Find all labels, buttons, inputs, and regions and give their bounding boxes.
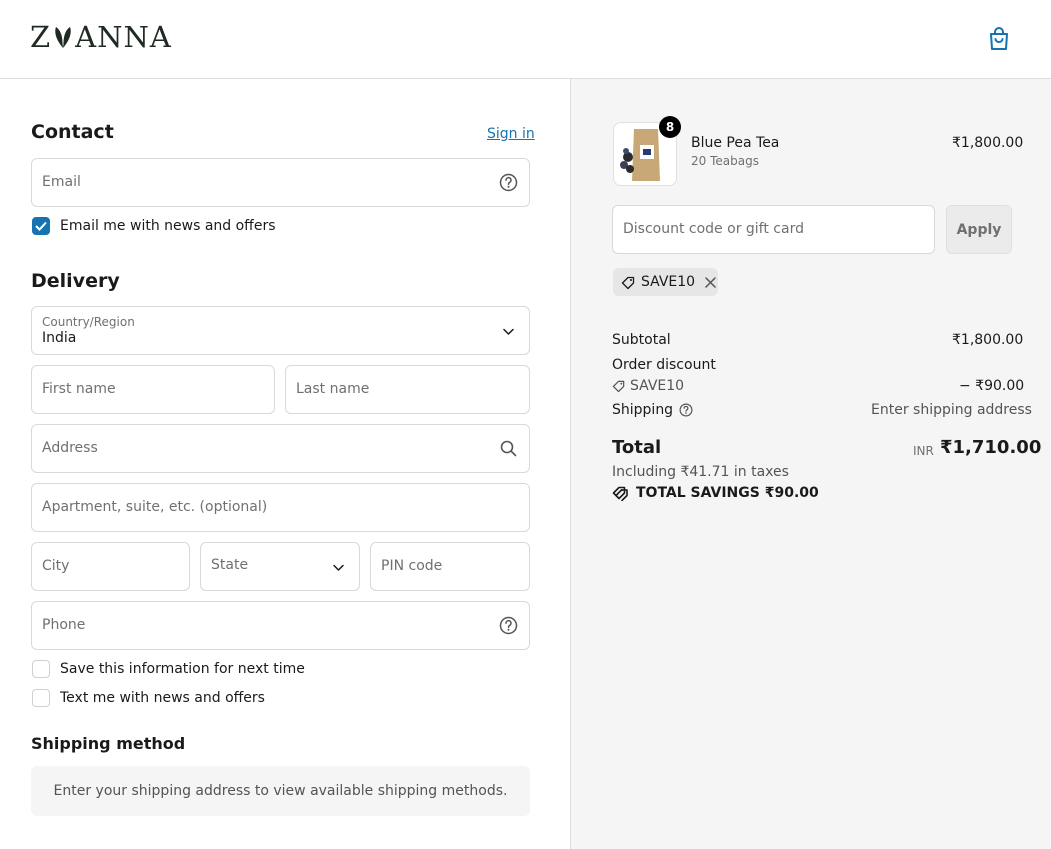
- address-placeholder: Address: [42, 440, 98, 456]
- checkout-form: Contact Sign in Email Email me with news…: [0, 79, 570, 849]
- sign-in-link[interactable]: Sign in: [487, 126, 535, 142]
- apply-discount-button[interactable]: Apply: [946, 205, 1012, 254]
- save-info-option[interactable]: Save this information for next time: [32, 660, 305, 678]
- country-label: Country/Region: [42, 315, 135, 329]
- product-name: Blue Pea Tea: [691, 135, 780, 151]
- phone-input[interactable]: Phone: [31, 601, 530, 650]
- check-icon: [35, 221, 47, 231]
- chevron-down-icon: [333, 564, 344, 571]
- remove-discount-icon[interactable]: [704, 276, 717, 289]
- email-field[interactable]: Email: [31, 158, 530, 207]
- shipping-label: Shipping: [612, 402, 674, 418]
- save-info-checkbox[interactable]: [32, 660, 50, 678]
- newsletter-checkbox[interactable]: [32, 217, 50, 235]
- discount-code-text: SAVE10: [630, 378, 685, 394]
- search-icon[interactable]: [499, 439, 518, 458]
- discount-code-placeholder: Discount code or gift card: [623, 221, 804, 237]
- order-summary: 8 Blue Pea Tea 20 Teabags ₹1,800.00 Disc…: [570, 79, 1051, 849]
- country-select[interactable]: Country/Region India: [31, 306, 530, 355]
- help-circle-icon[interactable]: [499, 616, 518, 635]
- save-info-label: Save this information for next time: [60, 661, 305, 677]
- text-me-checkbox[interactable]: [32, 689, 50, 707]
- brand-logo[interactable]: Z ANNA: [30, 20, 172, 54]
- address-input[interactable]: Address: [31, 424, 530, 473]
- last-name-placeholder: Last name: [296, 381, 370, 397]
- text-me-option[interactable]: Text me with news and offers: [32, 689, 265, 707]
- logo-text-right: ANNA: [75, 20, 172, 54]
- pin-code-input[interactable]: PIN code: [370, 542, 530, 591]
- applied-code-text: SAVE10: [641, 274, 696, 290]
- shipping-method-notice: Enter your shipping address to view avai…: [31, 766, 530, 816]
- phone-placeholder: Phone: [42, 617, 86, 633]
- delivery-heading: Delivery: [31, 270, 120, 292]
- apartment-input[interactable]: Apartment, suite, etc. (optional): [31, 483, 530, 532]
- total-savings-text: TOTAL SAVINGS ₹90.00: [636, 485, 819, 501]
- help-circle-icon[interactable]: [499, 173, 518, 192]
- discount-code-input[interactable]: Discount code or gift card: [612, 205, 935, 254]
- newsletter-option[interactable]: Email me with news and offers: [32, 217, 276, 235]
- product-variant: 20 Teabags: [691, 154, 759, 168]
- site-header: Z ANNA: [0, 0, 1051, 79]
- currency-code: INR: [913, 444, 934, 458]
- first-name-input[interactable]: First name: [31, 365, 275, 414]
- discount-code-row: SAVE10: [612, 378, 684, 394]
- shipping-row: Shipping: [612, 402, 693, 418]
- state-select[interactable]: State: [200, 542, 360, 591]
- pin-code-placeholder: PIN code: [381, 558, 443, 574]
- city-placeholder: City: [42, 558, 70, 574]
- order-discount-label: Order discount: [612, 357, 716, 373]
- shopping-bag-icon[interactable]: [986, 26, 1012, 52]
- shipping-method-heading: Shipping method: [31, 734, 186, 753]
- subtotal-label: Subtotal: [612, 332, 671, 348]
- state-placeholder: State: [211, 557, 249, 573]
- help-circle-icon[interactable]: [679, 403, 693, 417]
- apartment-placeholder: Apartment, suite, etc. (optional): [42, 499, 268, 515]
- total-label: Total: [612, 437, 662, 458]
- tag-icon: [621, 276, 635, 289]
- savings-tag-icon: [612, 486, 628, 501]
- tag-icon: [612, 380, 625, 393]
- chevron-down-icon: [503, 328, 514, 335]
- shipping-value: Enter shipping address: [871, 402, 1032, 418]
- contact-heading: Contact: [31, 121, 114, 143]
- logo-text-left: Z: [30, 20, 52, 54]
- total-value: ₹1,710.00: [940, 437, 1042, 458]
- applied-discount-chip: SAVE10: [613, 268, 718, 296]
- total-savings: TOTAL SAVINGS ₹90.00: [612, 485, 819, 501]
- discount-value: − ₹90.00: [959, 378, 1025, 394]
- city-input[interactable]: City: [31, 542, 190, 591]
- product-price: ₹1,800.00: [952, 135, 1024, 151]
- email-placeholder: Email: [42, 174, 81, 190]
- text-me-label: Text me with news and offers: [60, 690, 265, 706]
- leaf-icon: [55, 25, 71, 48]
- country-value: India: [42, 330, 77, 346]
- quantity-badge: 8: [659, 116, 681, 138]
- newsletter-label: Email me with news and offers: [60, 218, 276, 234]
- last-name-input[interactable]: Last name: [285, 365, 530, 414]
- first-name-placeholder: First name: [42, 381, 116, 397]
- shipping-method-message: Enter your shipping address to view avai…: [53, 783, 508, 799]
- taxes-note: Including ₹41.71 in taxes: [612, 464, 789, 480]
- subtotal-value: ₹1,800.00: [952, 332, 1024, 348]
